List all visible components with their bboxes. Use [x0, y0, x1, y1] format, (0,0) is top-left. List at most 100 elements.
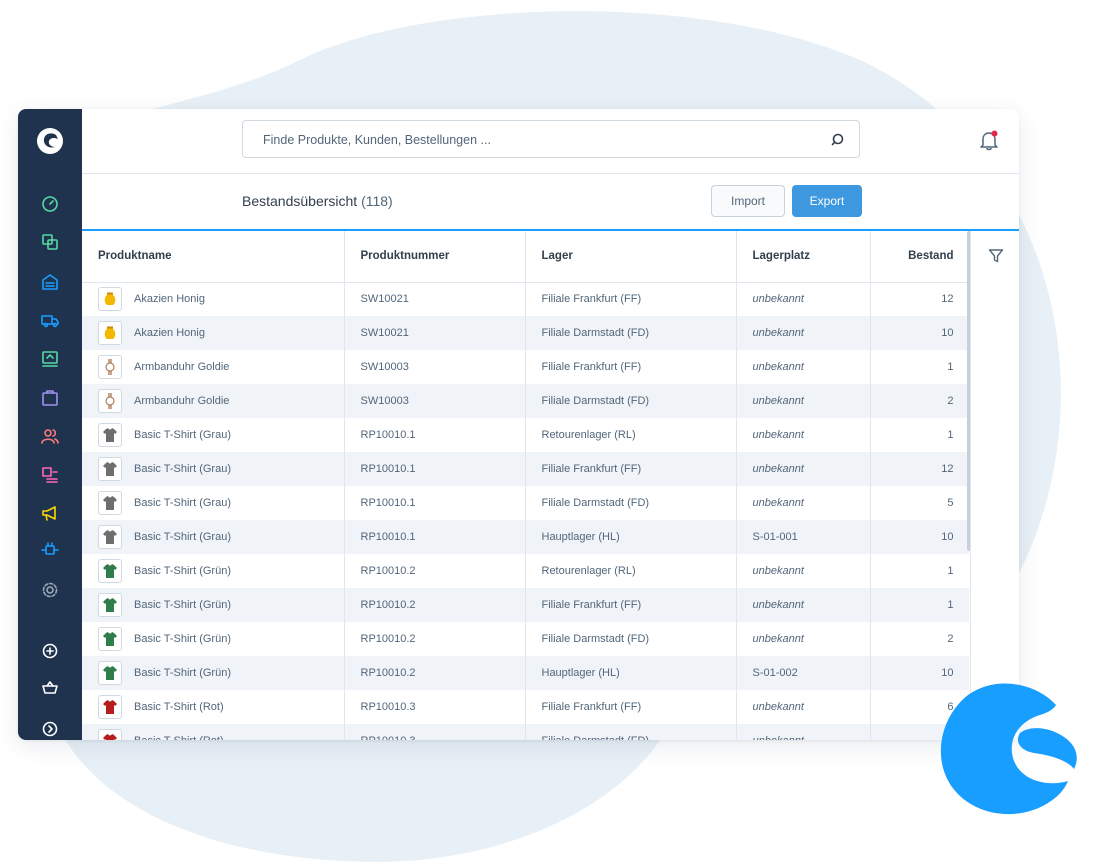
cell-bestand: 5 — [870, 486, 969, 520]
table-row[interactable]: Basic T-Shirt (Grün) RP10010.2 Filiale Dar… — [82, 622, 969, 656]
extensions-icon[interactable] — [38, 538, 62, 562]
table-row[interactable]: Armbanduhr Goldie SW10003 Filiale Frankfur… — [82, 350, 969, 384]
page-header: Bestandsübersicht (118) Import Export — [82, 174, 1019, 231]
cell-produktnummer: RP10010.3 — [344, 724, 526, 740]
cell-bestand: 10 — [870, 316, 969, 350]
column-header-produktname[interactable]: Produktname — [82, 231, 345, 283]
settings-icon[interactable] — [38, 578, 62, 602]
page-title-count: (118) — [361, 193, 393, 209]
table-row[interactable]: Akazien Honig SW10021 Filiale Darmstadt (F… — [82, 316, 969, 350]
cell-produktname[interactable]: Basic T-Shirt (Grau) — [82, 486, 345, 520]
table-header-row: Produktname Produktnummer Lager Lagerpla… — [82, 231, 969, 283]
cell-produktnummer: RP10010.2 — [344, 656, 526, 690]
product-thumbnail — [98, 457, 122, 481]
cell-produktname[interactable]: Akazien Honig — [82, 282, 345, 316]
search-icon[interactable] — [831, 132, 847, 148]
table-row[interactable]: Basic T-Shirt (Grau) RP10010.1 Filiale Fra… — [82, 452, 969, 486]
import-button[interactable]: Import — [711, 185, 785, 217]
cell-lagerplatz: unbekannt — [736, 690, 871, 724]
orders-icon[interactable] — [38, 386, 62, 410]
column-header-produktnummer[interactable]: Produktnummer — [344, 231, 526, 283]
product-name: Basic T-Shirt (Grün) — [134, 633, 231, 645]
cell-produktname[interactable]: Basic T-Shirt (Grün) — [82, 656, 345, 690]
cell-lagerplatz: unbekannt — [736, 622, 871, 656]
cell-produktnummer: RP10010.2 — [344, 622, 526, 656]
cell-produktname[interactable]: Basic T-Shirt (Grau) — [82, 452, 345, 486]
content-icon[interactable] — [38, 463, 62, 487]
product-name: Basic T-Shirt (Grün) — [134, 667, 231, 679]
product-name: Basic T-Shirt (Grau) — [134, 497, 231, 509]
export-button[interactable]: Export — [792, 185, 862, 217]
product-name: Basic T-Shirt (Grau) — [134, 531, 231, 543]
stock-monitor-icon[interactable] — [38, 347, 62, 371]
cell-lager: Hauptlager (HL) — [525, 520, 737, 554]
product-thumbnail — [98, 491, 122, 515]
table-row[interactable]: Basic T-Shirt (Grün) RP10010.2 Filiale Fra… — [82, 588, 969, 622]
cell-produktname[interactable]: Armbanduhr Goldie — [82, 384, 345, 418]
cell-bestand: 10 — [870, 520, 969, 554]
basket-icon[interactable] — [38, 676, 62, 700]
warehouse-icon[interactable] — [38, 270, 62, 294]
cell-produktname[interactable]: Armbanduhr Goldie — [82, 350, 345, 384]
table-row[interactable]: Basic T-Shirt (Grau) RP10010.1 Filiale Dar… — [82, 486, 969, 520]
cell-produktnummer: RP10010.1 — [344, 486, 526, 520]
shopware-logo-icon — [940, 683, 1077, 815]
table-row[interactable]: Basic T-Shirt (Rot) RP10010.3 Filiale Fran… — [82, 690, 969, 724]
column-header-lagerplatz[interactable]: Lagerplatz — [736, 231, 871, 283]
delivery-truck-icon[interactable] — [38, 308, 62, 332]
cell-lagerplatz: unbekannt — [736, 350, 871, 384]
cell-produktnummer: RP10010.2 — [344, 554, 526, 588]
product-thumbnail — [98, 321, 122, 345]
product-thumbnail — [98, 729, 122, 740]
stock-table: Produktname Produktnummer Lager Lagerpla… — [82, 231, 969, 740]
admin-window: Finde Produkte, Kunden, Bestellungen ...… — [18, 109, 1019, 740]
cell-produktnummer: SW10003 — [344, 350, 526, 384]
cell-bestand: 1 — [870, 418, 969, 452]
table-row[interactable]: Basic T-Shirt (Rot) RP10010.3Filiale Darm… — [82, 724, 969, 740]
cell-produktname[interactable]: Akazien Honig — [82, 316, 345, 350]
column-header-lager[interactable]: Lager — [525, 231, 737, 283]
cell-lager: Filiale Darmstadt (FD) — [525, 724, 737, 740]
cell-produktname[interactable]: Basic T-Shirt (Grau) — [82, 520, 345, 554]
filter-icon[interactable] — [988, 248, 1004, 264]
marketing-icon[interactable] — [38, 501, 62, 525]
search-input[interactable]: Finde Produkte, Kunden, Bestellungen ... — [242, 120, 860, 158]
table-row[interactable]: Armbanduhr Goldie SW10003 Filiale Darmstad… — [82, 384, 969, 418]
dashboard-icon[interactable] — [38, 192, 62, 216]
table-body: Akazien Honig SW10021 Filiale Frankfurt (F… — [82, 282, 969, 740]
cell-bestand: 2 — [870, 622, 969, 656]
cell-produktname[interactable]: Basic T-Shirt (Grün) — [82, 588, 345, 622]
table-row[interactable]: Basic T-Shirt (Grün) RP10010.2 Hauptlager … — [82, 656, 969, 690]
add-icon[interactable] — [38, 639, 62, 663]
cell-produktnummer: RP10010.1 — [344, 418, 526, 452]
shopware-logo-icon[interactable] — [36, 127, 64, 155]
column-header-bestand[interactable]: Bestand — [870, 231, 969, 283]
table-row[interactable]: Basic T-Shirt (Grau) RP10010.1 Hauptlager … — [82, 520, 969, 554]
table-row[interactable]: Basic T-Shirt (Grau) RP10010.1 Retourenlag… — [82, 418, 969, 452]
product-name: Basic T-Shirt (Grün) — [134, 599, 231, 611]
catalogues-icon[interactable] — [38, 230, 62, 254]
cell-lagerplatz: unbekannt — [736, 724, 871, 740]
notification-bell-icon[interactable] — [978, 129, 1000, 151]
filter-column — [970, 231, 1019, 740]
cell-produktname[interactable]: Basic T-Shirt (Grün) — [82, 554, 345, 588]
table-row[interactable]: Akazien Honig SW10021 Filiale Frankfurt (F… — [82, 282, 969, 316]
customers-icon[interactable] — [38, 424, 62, 448]
product-thumbnail — [98, 355, 122, 379]
cell-produktname[interactable]: Basic T-Shirt (Rot) — [82, 724, 345, 740]
cell-produktnummer: SW10021 — [344, 282, 526, 316]
product-thumbnail — [98, 695, 122, 719]
cell-produktname[interactable]: Basic T-Shirt (Grau) — [82, 418, 345, 452]
cell-bestand: 12 — [870, 282, 969, 316]
cell-lager: Retourenlager (RL) — [525, 554, 737, 588]
search-placeholder: Finde Produkte, Kunden, Bestellungen ... — [263, 133, 491, 147]
table-row[interactable]: Basic T-Shirt (Grün) RP10010.2 Retourenlag… — [82, 554, 969, 588]
cell-lagerplatz: unbekannt — [736, 452, 871, 486]
collapse-icon[interactable] — [38, 717, 62, 740]
product-thumbnail — [98, 661, 122, 685]
cell-produktname[interactable]: Basic T-Shirt (Grün) — [82, 622, 345, 656]
cell-produktnummer: RP10010.2 — [344, 588, 526, 622]
product-name: Basic T-Shirt (Grau) — [134, 463, 231, 475]
cell-lager: Filiale Darmstadt (FD) — [525, 622, 737, 656]
cell-produktname[interactable]: Basic T-Shirt (Rot) — [82, 690, 345, 724]
